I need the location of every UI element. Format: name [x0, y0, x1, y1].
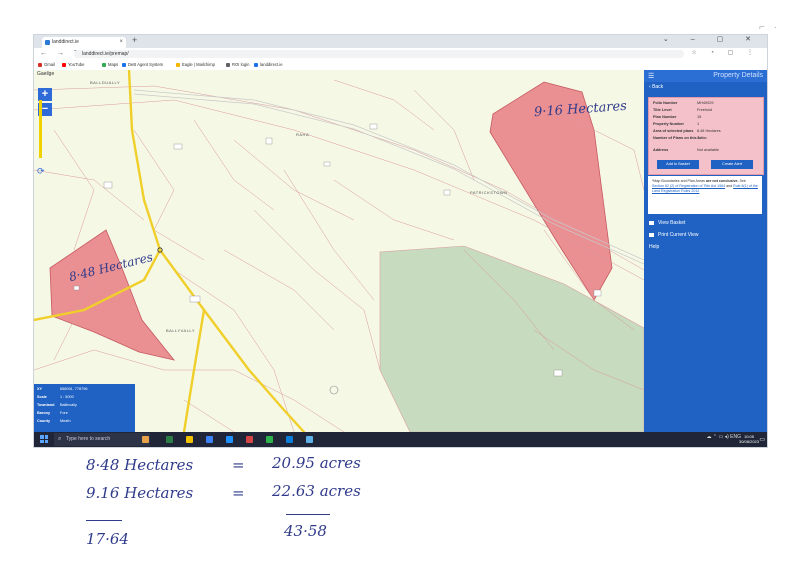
place-label-raha: RAHA: [296, 132, 310, 137]
scanner-mark: ⌐ ·: [759, 22, 780, 33]
browser-extension-icons[interactable]: ☆ ◔ ▢ ⋮: [691, 49, 759, 56]
taskbar-app-edge-icon[interactable]: [226, 436, 233, 443]
notifications-icon[interactable]: ▭: [759, 436, 765, 443]
gmail-icon: [38, 62, 42, 67]
maps-icon: [102, 62, 106, 67]
agent-system-icon: [122, 62, 126, 67]
location-info-box: XY 658091, 778796 Scale 1 : 5000 Townland B…: [34, 384, 135, 432]
close-tab-icon[interactable]: ×: [119, 37, 123, 48]
basket-icon: [649, 220, 654, 225]
map-canvas[interactable]: Gaeilge + − ⟳ BALLDUALLY RAHA PATRICKSTO…: [34, 70, 644, 432]
place-label-ballyvally: BALLYVALLY: [166, 328, 196, 333]
sum-row1-equals: =: [232, 456, 245, 474]
print-view-link[interactable]: Print Current View: [649, 232, 698, 238]
bookmark-agent-system[interactable]: DeB Agent System: [122, 61, 163, 69]
windows-taskbar: ⌕ Type here to search ☁ ⌃ ▭ ◂) ENG 10:05…: [34, 432, 767, 447]
sum-total-left: 17·64: [86, 530, 129, 548]
view-basket-link[interactable]: View Basket: [649, 220, 685, 226]
taskbar-clock[interactable]: 10:05 30/08/2023: [739, 434, 759, 444]
section-62-link[interactable]: Section 62 (2) of Registration of Title …: [652, 184, 725, 188]
sum-underline-left: [86, 520, 122, 521]
taskbar-app-mail-icon[interactable]: [206, 436, 213, 443]
browser-screenshot: landdirect.ie × + ⌄ – ▢ ✕ ← → ↻ landdire…: [33, 34, 768, 448]
sum-total-right: 43·58: [284, 522, 327, 540]
bookmark-landdirect[interactable]: landdirect.ie: [254, 61, 283, 69]
add-to-basket-button[interactable]: Add to Basket: [657, 160, 699, 169]
sum-underline-right: [286, 514, 330, 515]
sum-row2-right: 22.63 acres: [272, 482, 361, 500]
site-favicon-icon: [45, 40, 50, 45]
system-tray[interactable]: ☁ ⌃ ▭ ◂) ENG: [707, 434, 742, 440]
print-icon: [649, 232, 654, 237]
refresh-map-icon[interactable]: ⟳: [37, 166, 45, 177]
url-text: landdirect.ie/premap/: [82, 51, 129, 57]
taskbar-app-briefcase-icon[interactable]: [142, 436, 149, 443]
taskbar-search[interactable]: ⌕ Type here to search: [54, 433, 150, 446]
roundabout: [329, 385, 339, 395]
place-label-balldually: BALLDUALLY: [90, 80, 121, 85]
window-controls[interactable]: ⌄ – ▢ ✕: [663, 35, 761, 43]
language-link[interactable]: Gaeilge: [37, 71, 54, 77]
taskbar-app-excel-icon[interactable]: [266, 436, 273, 443]
taskbar-app-task-view-icon[interactable]: [166, 436, 173, 443]
taskbar-app-outlook-icon[interactable]: [286, 436, 293, 443]
menu-icon[interactable]: ☰: [648, 72, 654, 80]
youtube-icon: [62, 62, 66, 67]
sum-row1-left: 8·48 Hectares: [86, 456, 194, 474]
bookmark-gmail[interactable]: Gmail: [38, 61, 55, 69]
bookmark-youtube[interactable]: YouTube: [62, 61, 84, 69]
address-row: ← → ↻ landdirect.ie/premap/ ☆ ◔ ▢ ⋮: [34, 48, 767, 60]
mailchimp-icon: [176, 62, 180, 67]
bookmark-mailchimp[interactable]: Eagle | Mailchimp: [176, 61, 215, 69]
landdirect-icon: [254, 62, 258, 67]
address-bar[interactable]: landdirect.ie/premap/: [74, 50, 684, 58]
zoom-slider[interactable]: [39, 100, 42, 158]
tab-strip: landdirect.ie × + ⌄ – ▢ ✕: [34, 35, 767, 48]
help-link[interactable]: Help: [649, 244, 659, 250]
taskbar-app-explorer-icon[interactable]: [186, 436, 193, 443]
roi-login-icon: [226, 62, 230, 67]
search-icon: ⌕: [58, 436, 62, 442]
map-drawing: [34, 70, 644, 432]
new-tab-icon[interactable]: +: [132, 35, 137, 45]
tab-title: landdirect.ie: [52, 39, 79, 45]
taskbar-app-chrome-icon[interactable]: [246, 436, 253, 443]
disclaimer-note: *Map Boundaries and Plan Areas are not c…: [648, 176, 762, 214]
sum-row2-equals: =: [232, 484, 245, 502]
create-alert-button[interactable]: Create Alert: [711, 160, 753, 169]
property-details-panel: ☰ Property Details ‹ Back Folio Number MH…: [644, 70, 767, 432]
back-link[interactable]: ‹ Back: [649, 84, 663, 90]
sum-row2-left: 9.16 Hectares: [86, 484, 194, 502]
panel-title: Property Details: [713, 72, 763, 79]
panel-header: ☰ Property Details: [644, 70, 767, 82]
bookmark-maps[interactable]: Maps: [102, 61, 118, 69]
property-card: Folio Number MH40029 Title Level Freehold …: [648, 97, 764, 175]
windows-start-icon[interactable]: [40, 435, 48, 443]
sum-row1-right: 20.95 acres: [272, 454, 361, 472]
bookmark-roi-login[interactable]: ROI login: [226, 61, 249, 69]
browser-tab[interactable]: landdirect.ie ×: [42, 37, 126, 48]
taskbar-app-teams-icon[interactable]: [306, 436, 313, 443]
place-label-patrickstown: PATRICKSTOWN: [470, 190, 508, 195]
